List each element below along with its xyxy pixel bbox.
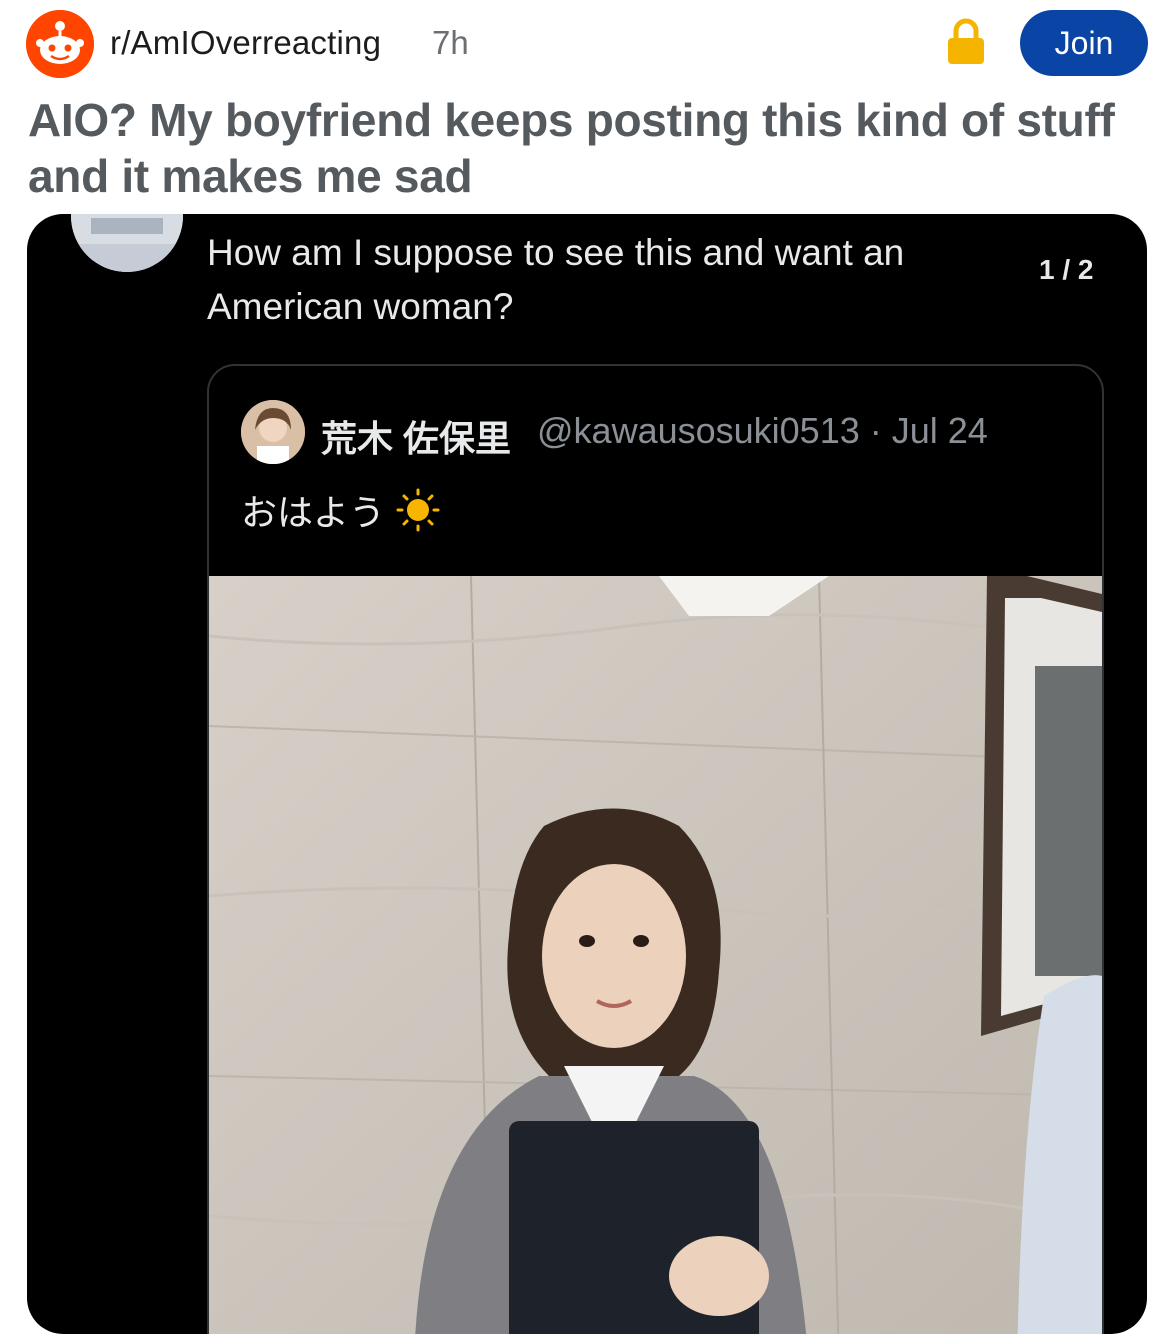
quoted-body: おはよう (241, 484, 441, 536)
quoted-body-text: おはよう (241, 492, 386, 533)
post-header: r/AmIOverreacting 7h Join (0, 0, 1170, 90)
tweet-text: How am I suppose to see this and want an… (207, 232, 905, 327)
post-media-image[interactable]: How am I suppose to see this and want an… (27, 214, 1147, 1334)
post-title[interactable]: AIO? My boyfriend keeps posting this kin… (28, 92, 1148, 204)
quoted-handle-date: @kawausosuki0513 · Jul 24 (537, 410, 988, 451)
quoted-tweet[interactable]: 荒木 佐保里 @kawausosuki0513 · Jul 24 おはよう (207, 364, 1104, 1334)
join-button[interactable]: Join (1020, 10, 1148, 76)
post-timestamp: 7h (432, 24, 469, 61)
lock-icon (948, 18, 984, 64)
quoted-author-avatar (241, 400, 305, 464)
quoted-photo[interactable] (209, 576, 1102, 1334)
subreddit-avatar-icon[interactable] (26, 10, 94, 78)
quoted-display-name: 荒木 佐保里 (321, 418, 512, 459)
subreddit-name[interactable]: r/AmIOverreacting (110, 24, 381, 62)
sun-icon (396, 488, 440, 532)
image-page-counter: 1 / 2 (1039, 254, 1094, 285)
tweet-author-avatar (71, 214, 183, 272)
